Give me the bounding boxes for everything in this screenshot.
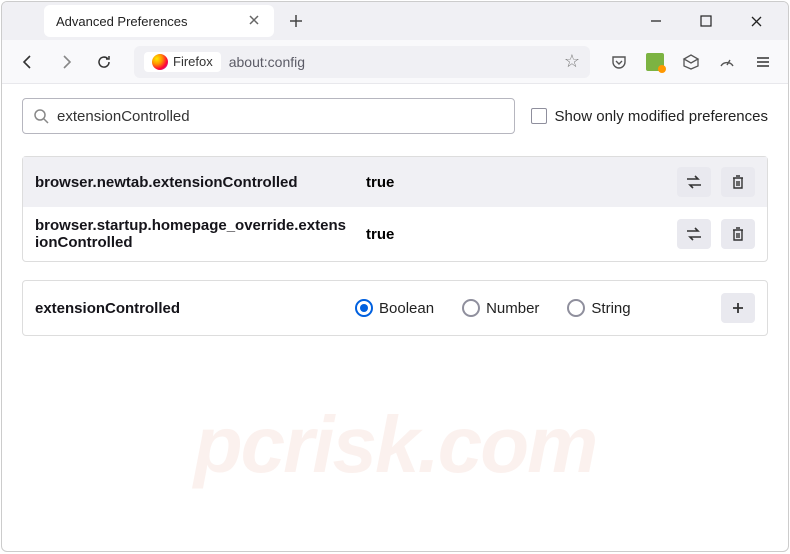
- preference-value: true: [366, 174, 661, 191]
- url-text: about:config: [229, 54, 556, 70]
- new-pref-name: extensionControlled: [35, 300, 335, 317]
- gauge-icon[interactable]: [712, 47, 742, 77]
- nav-toolbar: Firefox about:config ☆: [2, 40, 788, 84]
- search-row: Show only modified preferences: [22, 98, 768, 134]
- titlebar: Advanced Preferences: [2, 2, 788, 40]
- preference-row[interactable]: browser.newtab.extensionControlled true: [23, 157, 767, 207]
- reload-button[interactable]: [88, 46, 120, 78]
- toggle-button[interactable]: [677, 167, 711, 197]
- radio-string[interactable]: String: [567, 299, 630, 317]
- window-controls: [624, 7, 788, 35]
- checkbox-icon: [531, 108, 547, 124]
- pocket-icon[interactable]: [604, 47, 634, 77]
- modified-only-checkbox[interactable]: Show only modified preferences: [531, 108, 768, 125]
- minimize-button[interactable]: [642, 7, 670, 35]
- close-tab-icon[interactable]: [248, 14, 262, 28]
- radio-icon: [355, 299, 373, 317]
- search-input[interactable]: [57, 108, 504, 125]
- bookmark-star-icon[interactable]: ☆: [564, 51, 580, 72]
- checkbox-label: Show only modified preferences: [555, 108, 768, 125]
- content-area: Show only modified preferences browser.n…: [2, 84, 788, 551]
- type-radio-group: Boolean Number String: [355, 299, 701, 317]
- watermark: pcrisk.com: [2, 399, 788, 491]
- menu-icon[interactable]: [748, 47, 778, 77]
- radio-boolean[interactable]: Boolean: [355, 299, 434, 317]
- back-button[interactable]: [12, 46, 44, 78]
- delete-button[interactable]: [721, 219, 755, 249]
- new-tab-button[interactable]: [282, 7, 310, 35]
- firefox-logo-icon: [152, 54, 168, 70]
- preference-value: true: [366, 226, 661, 243]
- close-window-button[interactable]: [742, 7, 770, 35]
- radio-number[interactable]: Number: [462, 299, 539, 317]
- toggle-button[interactable]: [677, 219, 711, 249]
- add-pref-button[interactable]: [721, 293, 755, 323]
- address-bar[interactable]: Firefox about:config ☆: [134, 46, 590, 78]
- inbox-icon[interactable]: [676, 47, 706, 77]
- browser-label: Firefox: [173, 54, 213, 69]
- preference-name: browser.newtab.extensionControlled: [35, 174, 350, 191]
- tab-title: Advanced Preferences: [56, 14, 240, 29]
- preference-row[interactable]: browser.startup.homepage_override.extens…: [23, 207, 767, 261]
- search-icon: [33, 108, 49, 124]
- radio-icon: [462, 299, 480, 317]
- browser-window: Advanced Preferences Firefox about:confi…: [1, 1, 789, 552]
- search-box[interactable]: [22, 98, 515, 134]
- new-preference-row: extensionControlled Boolean Number Strin…: [22, 280, 768, 336]
- firefox-badge: Firefox: [144, 52, 221, 72]
- preference-name: browser.startup.homepage_override.extens…: [35, 217, 350, 251]
- radio-icon: [567, 299, 585, 317]
- preference-list: browser.newtab.extensionControlled true …: [22, 156, 768, 262]
- row-actions: [677, 167, 755, 197]
- row-actions: [677, 219, 755, 249]
- browser-tab[interactable]: Advanced Preferences: [44, 5, 274, 37]
- forward-button[interactable]: [50, 46, 82, 78]
- extension-icon[interactable]: [640, 47, 670, 77]
- delete-button[interactable]: [721, 167, 755, 197]
- maximize-button[interactable]: [692, 7, 720, 35]
